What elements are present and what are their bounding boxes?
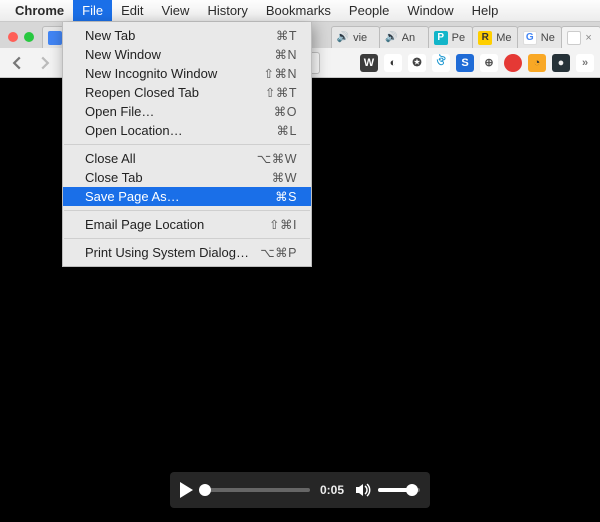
- extension-icon[interactable]: ◔: [528, 54, 546, 72]
- menubar-item-history[interactable]: History: [198, 0, 256, 21]
- play-button[interactable]: [180, 482, 193, 498]
- menu-close-tab[interactable]: Close Tab⌘W: [63, 168, 311, 187]
- browser-tab[interactable]: P Pe: [428, 26, 474, 48]
- traffic-zoom[interactable]: [24, 32, 34, 42]
- progress-handle[interactable]: [199, 484, 211, 496]
- menu-new-window[interactable]: New Window⌘N: [63, 45, 311, 64]
- menu-open-location[interactable]: Open Location…⌘L: [63, 121, 311, 140]
- volume-icon[interactable]: [354, 481, 372, 499]
- macos-menubar: Chrome File Edit View History Bookmarks …: [0, 0, 600, 22]
- volume-slider[interactable]: [378, 488, 420, 492]
- extension-icon[interactable]: ⊕: [480, 54, 498, 72]
- browser-tab[interactable]: 🔊 An: [379, 26, 429, 48]
- progress-slider[interactable]: [203, 488, 310, 492]
- time-display: 0:05: [320, 483, 344, 497]
- browser-tab[interactable]: G Ne: [517, 26, 563, 48]
- menubar-item-view[interactable]: View: [152, 0, 198, 21]
- extension-icon[interactable]: S: [456, 54, 474, 72]
- menubar-item-edit[interactable]: Edit: [112, 0, 152, 21]
- menu-new-tab[interactable]: New Tab⌘T: [63, 26, 311, 45]
- menubar-item-window[interactable]: Window: [398, 0, 462, 21]
- favicon-icon: [48, 31, 62, 45]
- menu-separator: [64, 238, 310, 239]
- menu-print-system-dialog[interactable]: Print Using System Dialog…⌥⌘P: [63, 243, 311, 262]
- menu-separator: [64, 210, 310, 211]
- volume-handle[interactable]: [406, 484, 418, 496]
- menu-new-incognito[interactable]: New Incognito Window⇧⌘N: [63, 64, 311, 83]
- menubar-item-bookmarks[interactable]: Bookmarks: [257, 0, 340, 21]
- menubar-app[interactable]: Chrome: [6, 0, 73, 21]
- menu-close-all[interactable]: Close All⌥⌘W: [63, 149, 311, 168]
- browser-tab[interactable]: 🔊 vie: [331, 26, 381, 48]
- audio-icon: 🔊: [385, 32, 397, 43]
- favicon-icon: P: [434, 31, 448, 45]
- file-menu-dropdown: New Tab⌘T New Window⌘N New Incognito Win…: [62, 22, 312, 267]
- menubar-item-file[interactable]: File: [73, 0, 112, 21]
- menu-separator: [64, 144, 310, 145]
- audio-icon: 🔊: [337, 32, 349, 43]
- extension-icons: W ◐ ✪ ঔ S ⊕ ◔ ● »: [360, 54, 594, 72]
- extension-icon[interactable]: ●: [552, 54, 570, 72]
- menu-reopen-closed-tab[interactable]: Reopen Closed Tab⇧⌘T: [63, 83, 311, 102]
- traffic-lights: [4, 32, 42, 48]
- extension-overflow[interactable]: »: [576, 54, 594, 72]
- favicon-icon: R: [478, 31, 492, 45]
- menubar-item-people[interactable]: People: [340, 0, 398, 21]
- extension-icon[interactable]: W: [360, 54, 378, 72]
- menu-email-page-location[interactable]: Email Page Location⇧⌘I: [63, 215, 311, 234]
- browser-tab[interactable]: R Me: [472, 26, 518, 48]
- menubar-item-help[interactable]: Help: [463, 0, 508, 21]
- media-controls: 0:05: [170, 472, 430, 508]
- extension-icon[interactable]: ঔ: [432, 54, 450, 72]
- extension-icon[interactable]: ◐: [384, 54, 402, 72]
- extension-icon[interactable]: [504, 54, 522, 72]
- browser-tab-active[interactable]: ×: [561, 26, 600, 48]
- menu-save-page-as[interactable]: Save Page As…⌘S: [63, 187, 311, 206]
- favicon-icon: G: [523, 31, 537, 45]
- back-button[interactable]: [6, 52, 28, 74]
- menu-open-file[interactable]: Open File…⌘O: [63, 102, 311, 121]
- close-icon[interactable]: ×: [585, 32, 591, 44]
- forward-button[interactable]: [34, 52, 56, 74]
- traffic-close[interactable]: [8, 32, 18, 42]
- extension-icon[interactable]: ✪: [408, 54, 426, 72]
- page-icon: [567, 31, 581, 45]
